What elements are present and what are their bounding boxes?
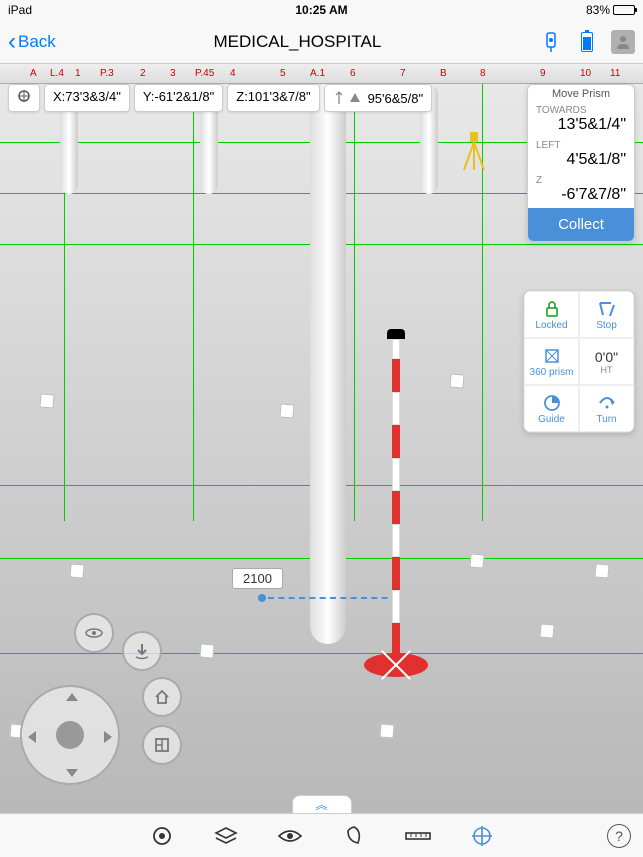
expand-drawer-button[interactable]: ︽ (292, 795, 352, 813)
ios-status-bar: iPad 10:25 AM 83% (0, 0, 643, 20)
battery-icon (613, 5, 635, 15)
survey-point (379, 723, 394, 738)
turn-button[interactable]: Turn (579, 385, 634, 432)
bottom-toolbar: ? (0, 813, 643, 857)
lock-button[interactable]: Locked (524, 291, 579, 338)
survey-point (199, 643, 214, 658)
measure-mode-icon (333, 91, 362, 105)
visibility-tool[interactable] (277, 823, 303, 849)
prism-panel-title: Move Prism (528, 85, 634, 103)
back-button[interactable]: ‹ Back (8, 28, 56, 56)
move-prism-panel: Move Prism TOWARDS 13'5&1/4" LEFT 4'5&1/… (527, 84, 635, 242)
survey-point (39, 393, 54, 408)
survey-point (279, 403, 294, 418)
left-label: LEFT (536, 140, 626, 151)
instrument-controls: Locked Stop 360 prism 0'0" HT Guide (523, 290, 635, 433)
leaf-tool[interactable] (341, 823, 367, 849)
point-label[interactable]: 2100 (232, 568, 283, 589)
left-value: 4'5&1/8" (536, 151, 626, 169)
help-button[interactable]: ? (607, 824, 631, 848)
measure-tool[interactable] (405, 823, 431, 849)
crosshair-tool[interactable] (469, 823, 495, 849)
target-height-button[interactable]: 0'0" HT (579, 338, 634, 385)
layer-ruler[interactable]: A L.4 1 P.3 2 3 P.45 4 5 A.1 6 7 B 8 9 1… (0, 64, 643, 84)
guide-button[interactable]: Guide (524, 385, 579, 432)
coord-toggle[interactable] (8, 84, 40, 112)
towards-label: TOWARDS (536, 105, 626, 116)
guide-icon (527, 392, 576, 414)
survey-point (449, 373, 464, 388)
total-station-icon (460, 132, 488, 172)
column (310, 84, 346, 644)
chevron-up-icon: ︽ (315, 796, 327, 813)
y-coord[interactable]: Y:-61'2&1/8" (134, 84, 223, 112)
coordinate-bar: X:73'3&3/4" Y:-61'2&1/8" Z:101'3&7/8" 95… (8, 84, 432, 112)
layers-tool[interactable] (213, 823, 239, 849)
prism-type-button[interactable]: 360 prism (524, 338, 579, 385)
stop-button[interactable]: Stop (579, 291, 634, 338)
back-label: Back (18, 32, 56, 52)
x-coord[interactable]: X:73'3&3/4" (44, 84, 130, 112)
page-title: MEDICAL_HOSPITAL (56, 32, 539, 52)
app-header: ‹ Back MEDICAL_HOSPITAL (0, 20, 643, 64)
prism-icon (527, 345, 576, 367)
joystick[interactable] (20, 685, 120, 785)
clock: 10:25 AM (217, 3, 426, 17)
orbit-button[interactable] (74, 613, 114, 653)
survey-point (69, 563, 84, 578)
z-coord[interactable]: Z:101'3&7/8" (227, 84, 319, 112)
chevron-left-icon: ‹ (8, 28, 16, 56)
home-button[interactable] (142, 677, 182, 717)
prism-pole (392, 329, 400, 659)
z-label: Z (536, 175, 626, 186)
collect-button[interactable]: Collect (528, 208, 634, 241)
distance-field[interactable]: 95'6&5/8" (324, 84, 433, 112)
battery-pct: 83% (586, 3, 610, 17)
device-label: iPad (8, 3, 217, 17)
plan-view-button[interactable] (142, 725, 182, 765)
target-tool[interactable] (149, 823, 175, 849)
lock-icon (527, 298, 576, 320)
navigation-cluster (12, 613, 192, 793)
down-button[interactable] (122, 631, 162, 671)
towards-value: 13'5&1/4" (536, 116, 626, 134)
measure-line (268, 597, 398, 599)
survey-point (539, 623, 554, 638)
survey-point (469, 553, 484, 568)
user-icon[interactable] (611, 30, 635, 54)
battery-status-icon[interactable] (575, 30, 599, 54)
instrument-icon[interactable] (539, 30, 563, 54)
stop-icon (582, 298, 631, 320)
survey-point (594, 563, 609, 578)
z-value: -6'7&7/8" (536, 186, 626, 204)
turn-icon (582, 392, 631, 414)
point-marker (258, 594, 266, 602)
